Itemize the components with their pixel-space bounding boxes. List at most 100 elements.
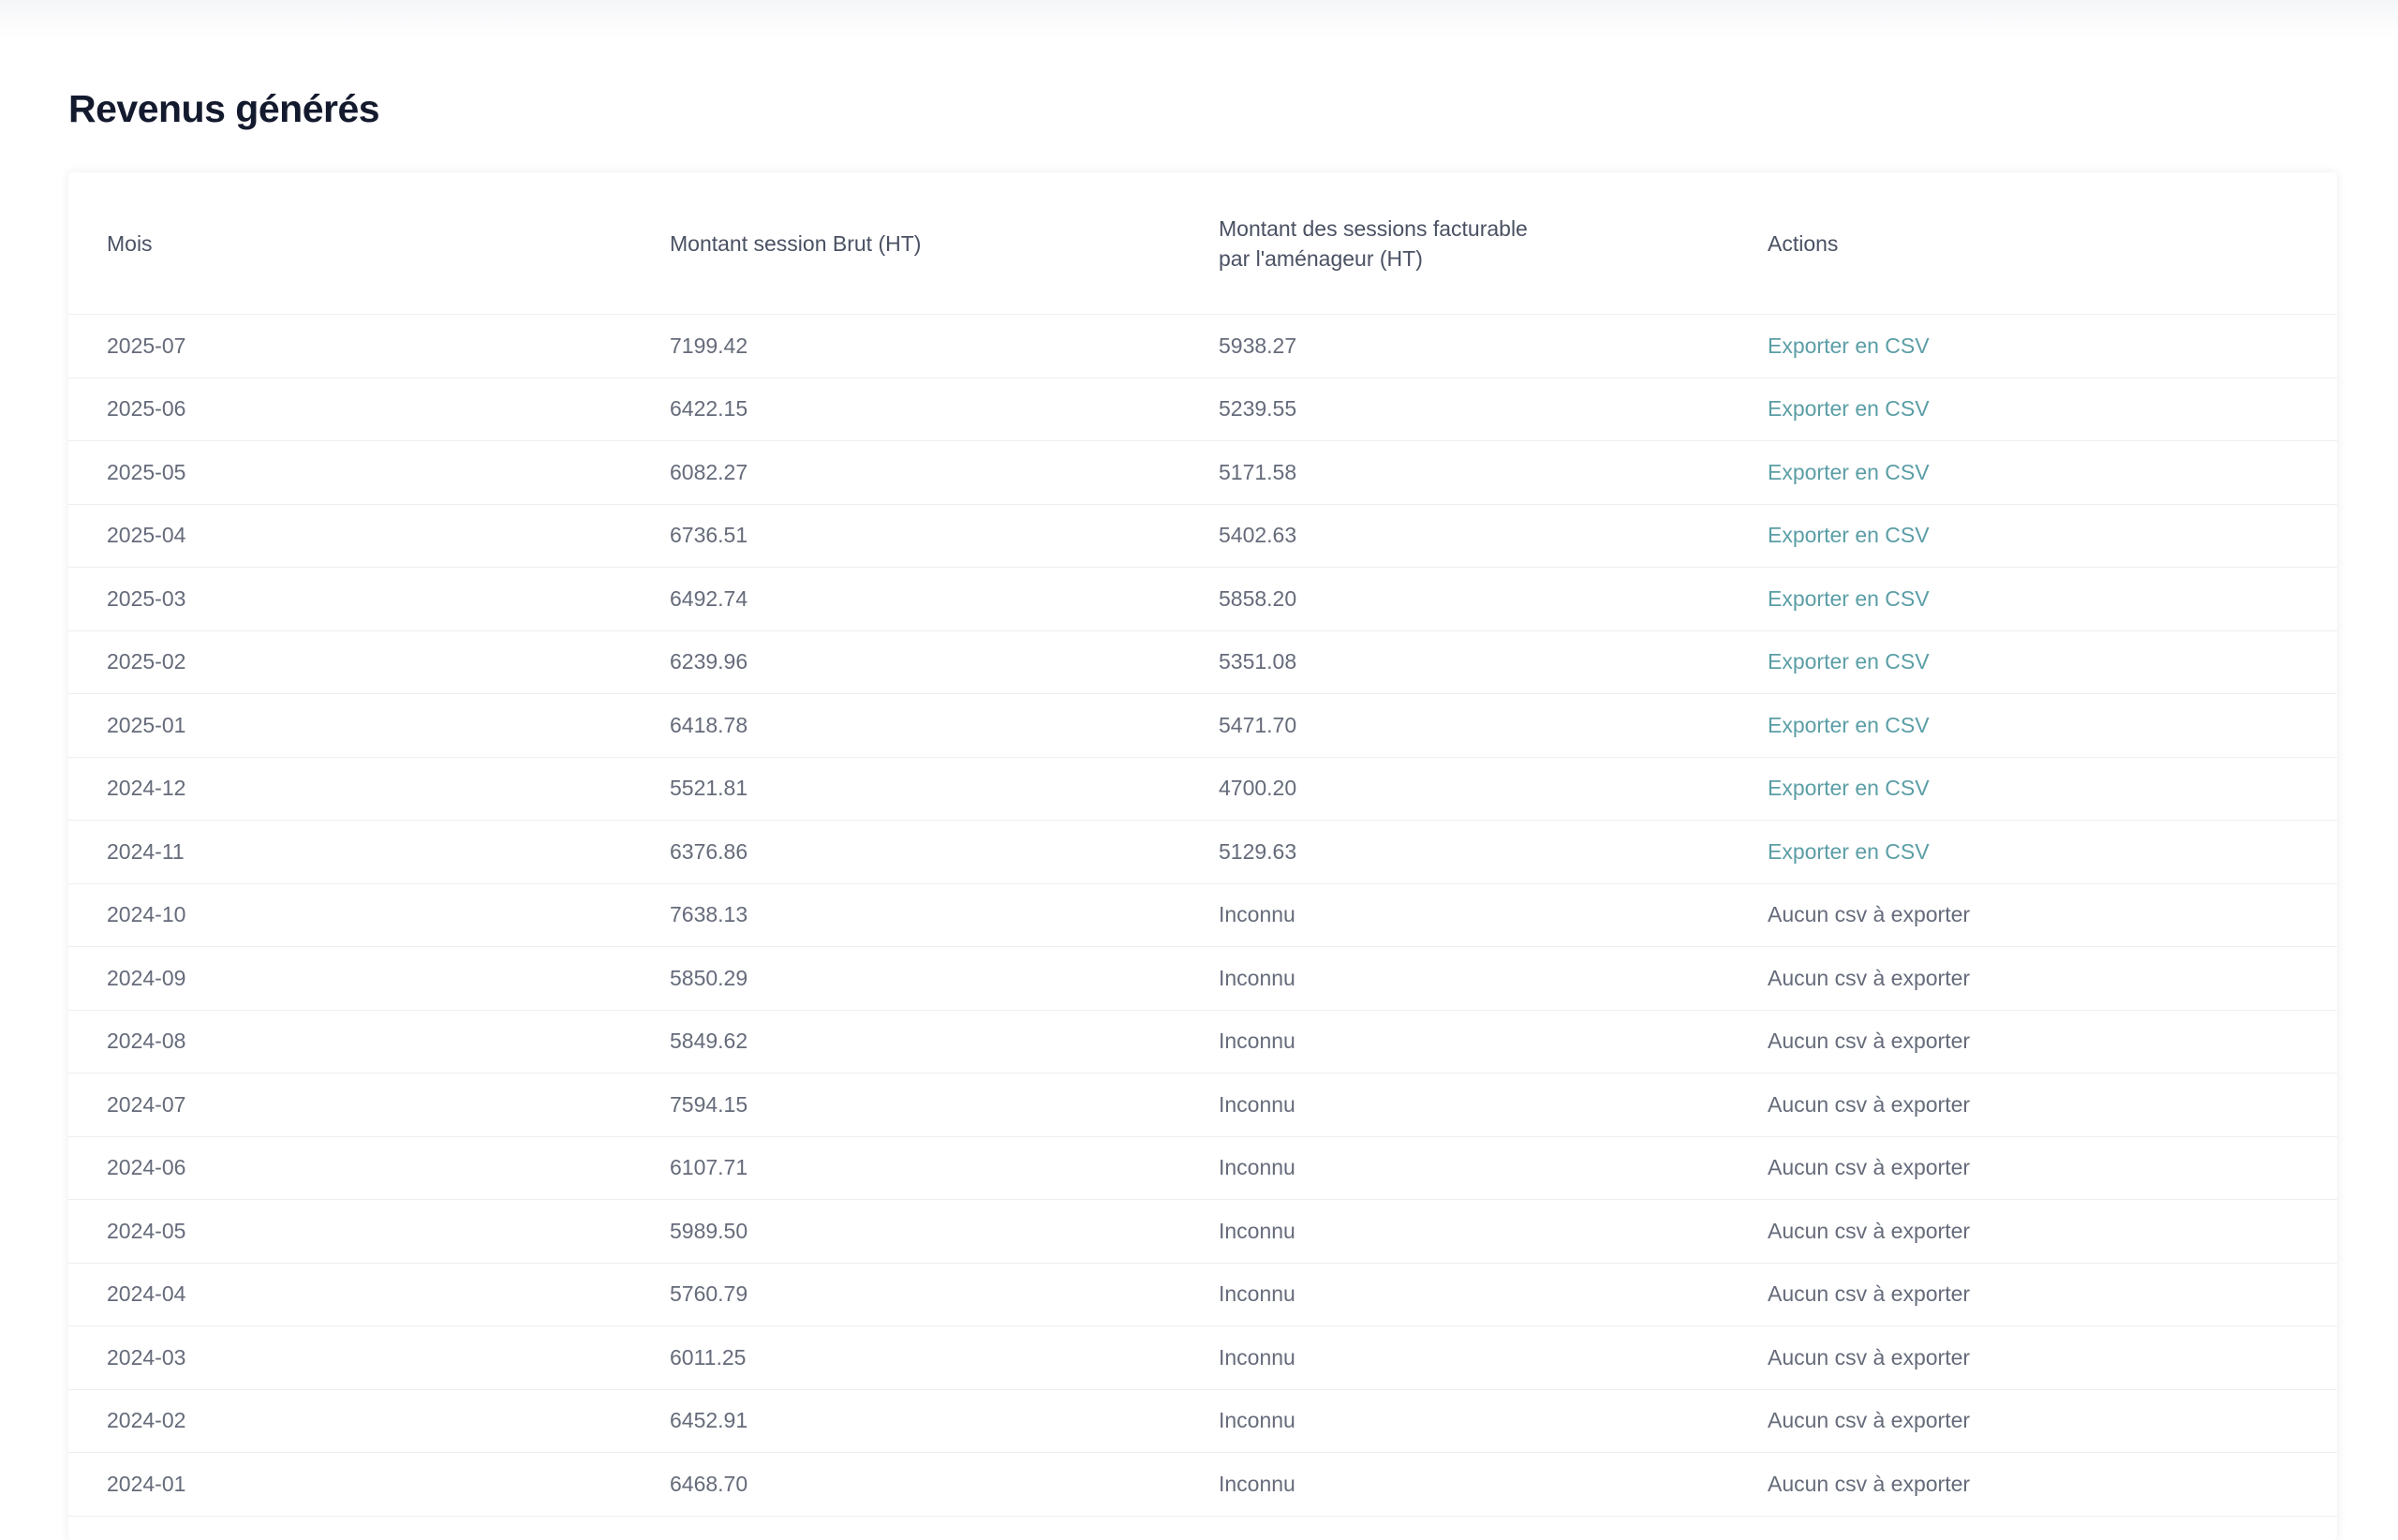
cell-actions: Exporter en CSV <box>1768 504 2337 568</box>
cell-month: 2024-01 <box>68 1452 670 1517</box>
cell-month: 2025-02 <box>68 630 670 694</box>
column-header-gross: Montant session Brut (HT) <box>670 172 1219 315</box>
cell-billable-amount: 4700.20 <box>1219 757 1768 821</box>
revenue-page: Revenus générés Mois Montant session Bru… <box>0 0 2398 1540</box>
cell-month: 2024-04 <box>68 1263 670 1326</box>
cell-gross-amount: 6468.70 <box>670 1452 1219 1517</box>
cell-actions: Exporter en CSV <box>1768 378 2337 441</box>
table-row: 2024-06 6107.71 Inconnu Aucun csv à exporte… <box>68 1136 2337 1200</box>
table-row: 2024-11 6376.86 5129.63 Exporter en CSV <box>68 820 2337 884</box>
column-header-gross-label: Montant session Brut (HT) <box>670 230 922 256</box>
no-csv-text: Aucun csv à exporter <box>1768 1344 1971 1370</box>
cell-month: 2024-12 <box>68 757 670 821</box>
cell-month: 2025-07 <box>68 314 670 378</box>
table-row: 2024-09 5850.29 Inconnu Aucun csv à exporte… <box>68 946 2337 1011</box>
no-csv-text: Aucun csv à exporter <box>1768 1029 1971 1054</box>
cell-month: 2024-05 <box>68 1199 670 1264</box>
no-csv-text: Aucun csv à exporter <box>1768 1281 1971 1307</box>
cell-actions: Aucun csv à exporter <box>1768 1073 2337 1137</box>
cell-gross-amount: 5760.79 <box>670 1263 1219 1326</box>
cell-billable-amount: Inconnu <box>1219 1325 1768 1390</box>
column-header-month: Mois <box>68 172 670 315</box>
table-row: 2024-03 6011.25 Inconnu Aucun csv à exporte… <box>68 1325 2337 1390</box>
cell-billable-amount: Inconnu <box>1219 946 1768 1011</box>
top-bar <box>0 0 2398 37</box>
cell-billable-amount: 5129.63 <box>1219 820 1768 884</box>
export-csv-link[interactable]: Exporter en CSV <box>1768 839 1930 864</box>
table-row: 2025-01 6418.78 5471.70 Exporter en CSV <box>68 693 2337 758</box>
cell-actions: Aucun csv à exporter <box>1768 1452 2337 1517</box>
export-csv-link[interactable]: Exporter en CSV <box>1768 713 1930 737</box>
export-csv-link[interactable]: Exporter en CSV <box>1768 333 1930 358</box>
no-csv-text: Aucun csv à exporter <box>1768 902 1971 927</box>
cell-actions: Aucun csv à exporter <box>1768 1263 2337 1326</box>
cell-billable-amount: Inconnu <box>1219 1199 1768 1264</box>
cell-gross-amount: 5521.81 <box>670 757 1219 821</box>
cell-month: 2025-05 <box>68 440 670 505</box>
cell-gross-amount: 7638.13 <box>670 883 1219 947</box>
table-row: 2025-02 6239.96 5351.08 Exporter en CSV <box>68 630 2337 694</box>
column-header-actions: Actions <box>1768 172 2337 315</box>
cell-actions: Aucun csv à exporter <box>1768 883 2337 947</box>
cell-month: 2025-06 <box>68 378 670 441</box>
cell-actions: Aucun csv à exporter <box>1768 1199 2337 1264</box>
cell-actions: Aucun csv à exporter <box>1768 946 2337 1011</box>
cell-gross-amount: 6082.27 <box>670 440 1219 505</box>
export-csv-link[interactable]: Exporter en CSV <box>1768 776 1930 800</box>
cell-month: 2024-10 <box>68 883 670 947</box>
page-title: Revenus générés <box>68 87 380 130</box>
export-csv-link[interactable]: Exporter en CSV <box>1768 460 1930 484</box>
cell-month: 2024-03 <box>68 1325 670 1390</box>
cell-gross-amount: 5850.29 <box>670 946 1219 1011</box>
cell-billable-amount: 5171.58 <box>1219 440 1768 505</box>
cell-month: 2024-08 <box>68 1010 670 1074</box>
cell-gross-amount: 6011.25 <box>670 1325 1219 1390</box>
cell-billable-amount: Inconnu <box>1219 1010 1768 1074</box>
cell-actions: Exporter en CSV <box>1768 567 2337 631</box>
cell-billable-amount: 5402.63 <box>1219 504 1768 568</box>
cell-actions: Aucun csv à exporter <box>1768 1325 2337 1390</box>
export-csv-link[interactable]: Exporter en CSV <box>1768 523 1930 547</box>
cell-billable-amount: Inconnu <box>1219 1389 1768 1453</box>
cell-gross-amount: 6418.78 <box>670 693 1219 758</box>
table-row: 2024-04 5760.79 Inconnu Aucun csv à exporte… <box>68 1263 2337 1326</box>
table-row: 2025-07 7199.42 5938.27 Exporter en CSV <box>68 314 2337 378</box>
no-csv-text: Aucun csv à exporter <box>1768 965 1971 990</box>
export-csv-link[interactable]: Exporter en CSV <box>1768 396 1930 421</box>
table-row: 2024-12 5521.81 4700.20 Exporter en CSV <box>68 757 2337 821</box>
cell-gross-amount: 6492.74 <box>670 567 1219 631</box>
no-csv-text: Aucun csv à exporter <box>1768 1471 1971 1496</box>
cell-month: 2024-09 <box>68 946 670 1011</box>
cell-billable-amount: 5938.27 <box>1219 314 1768 378</box>
column-header-actions-label: Actions <box>1768 230 1839 256</box>
cell-billable-amount: Inconnu <box>1219 1452 1768 1517</box>
no-csv-text: Aucun csv à exporter <box>1768 1218 1971 1243</box>
cell-billable-amount: Inconnu <box>1219 1263 1768 1326</box>
table-row: 2024-10 7638.13 Inconnu Aucun csv à exporte… <box>68 883 2337 947</box>
cell-month: 2025-04 <box>68 504 670 568</box>
cell-month: 2024-07 <box>68 1073 670 1137</box>
cell-gross-amount: 6239.96 <box>670 630 1219 694</box>
table-row: 2025-06 6422.15 5239.55 Exporter en CSV <box>68 378 2337 441</box>
cell-gross-amount: 6422.15 <box>670 378 1219 441</box>
cell-month: 2025-03 <box>68 567 670 631</box>
cell-billable-amount: Inconnu <box>1219 1073 1768 1137</box>
table-row: 2024-01 6468.70 Inconnu Aucun csv à exporte… <box>68 1452 2337 1517</box>
cell-actions: Exporter en CSV <box>1768 757 2337 821</box>
export-csv-link[interactable]: Exporter en CSV <box>1768 649 1930 674</box>
cell-billable-amount: Inconnu <box>1219 883 1768 947</box>
cell-month: 2025-01 <box>68 693 670 758</box>
cell-billable-amount: 5351.08 <box>1219 630 1768 694</box>
table-row: 2024-05 5989.50 Inconnu Aucun csv à exporte… <box>68 1199 2337 1264</box>
table-row: 2025-03 6492.74 5858.20 Exporter en CSV <box>68 567 2337 631</box>
cell-billable-amount: 5239.55 <box>1219 378 1768 441</box>
revenue-table: Mois Montant session Brut (HT) Montant d… <box>68 172 2337 1517</box>
table-row: 2024-07 7594.15 Inconnu Aucun csv à exporte… <box>68 1073 2337 1137</box>
cell-actions: Exporter en CSV <box>1768 820 2337 884</box>
cell-gross-amount: 5989.50 <box>670 1199 1219 1264</box>
cell-month: 2024-11 <box>68 820 670 884</box>
cell-actions: Aucun csv à exporter <box>1768 1389 2337 1453</box>
cell-month: 2024-06 <box>68 1136 670 1200</box>
cell-gross-amount: 7199.42 <box>670 314 1219 378</box>
export-csv-link[interactable]: Exporter en CSV <box>1768 586 1930 611</box>
